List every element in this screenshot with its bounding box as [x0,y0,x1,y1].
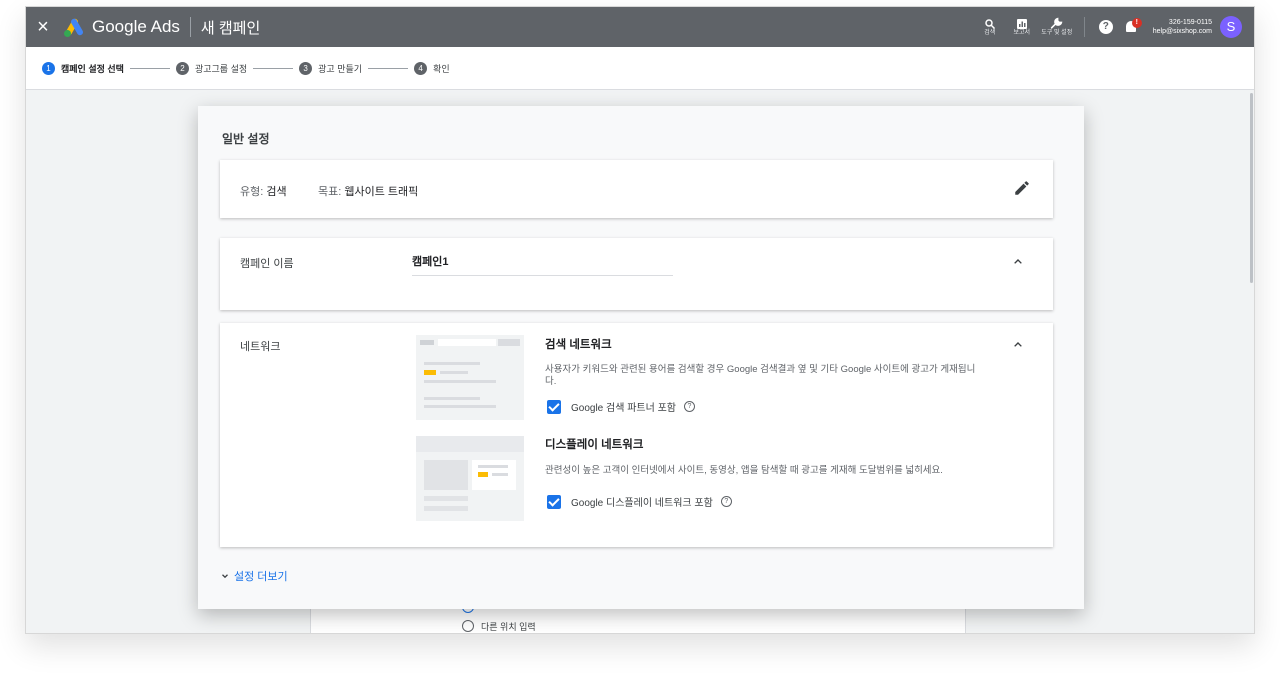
tools-settings-button[interactable]: 도구 및 설정 [1040,17,1074,37]
network-label: 네트워크 [240,341,281,353]
google-ads-logo-icon [62,17,85,37]
campaign-stepper: 1 캠페인 설정 선택 2 광고그룹 설정 3 광고 만들기 4 확인 [26,47,1254,90]
display-network-checkbox-label: Google 디스플레이 네트워크 포함 [571,498,713,509]
step-number: 2 [175,61,189,75]
step-label: 캠페인 설정 선택 [61,63,124,74]
help-icon[interactable]: ? [1098,20,1113,34]
search-tool-label: 검색 [984,29,996,36]
wrench-icon [1051,17,1063,29]
app-window: × Google Ads 새 캠페인 검색 보고서 도구 및 설정 ? ! 32… [25,6,1255,634]
reports-tool-label: 보고서 [1013,29,1031,36]
type-goal-panel: 유형: 검색 목표: 웹사이트 트래픽 [220,160,1053,218]
step-number: 4 [414,61,428,75]
search-partners-checkbox-label: Google 검색 파트너 포함 [571,403,676,414]
search-icon [985,18,995,29]
type-field: 유형: 검색 [240,183,287,199]
help-circle-icon[interactable]: ? [720,496,732,507]
search-network-title: 검색 네트워크 [545,339,612,351]
scrollbar[interactable] [1250,93,1253,283]
type-key: 유형: [240,186,264,198]
chevron-up-icon[interactable] [1010,254,1026,270]
campaign-name-panel: 캠페인 이름 캠페인1 [220,238,1053,310]
step-label: 광고 만들기 [318,63,363,74]
step-number: 3 [299,61,313,75]
toolbar-divider [1083,17,1085,37]
step-label: 광고그룹 설정 [194,63,248,74]
chevron-up-icon[interactable] [1010,337,1026,353]
search-network-illustration [416,335,524,420]
close-icon[interactable]: × [26,16,60,39]
help-circle-icon[interactable]: ? [683,401,695,412]
step-review[interactable]: 4 확인 [414,61,450,75]
step-create-ads[interactable]: 3 광고 만들기 [299,61,363,75]
notification-badge: ! [1131,18,1142,28]
chevron-down-icon [222,574,228,579]
step-connector [368,67,409,69]
more-settings-link[interactable]: 설정 더보기 [220,568,288,584]
reports-tool-button[interactable]: 보고서 [1008,18,1036,37]
account-email: help@sixshop.com [1152,28,1212,35]
page-title: 새 캠페인 [200,19,261,37]
campaign-name-label: 캠페인 이름 [240,258,294,270]
location-radio-other[interactable] [462,620,474,632]
location-radio-other-label: 다른 위치 입력 [481,622,536,632]
edit-pencil-icon[interactable] [1013,179,1031,197]
reports-icon [1016,18,1027,29]
step-label: 확인 [433,63,450,74]
section-title: 일반 설정 [222,132,270,146]
account-id: 326-159-0115 [1168,19,1212,26]
account-info[interactable]: 326-159-0115 help@sixshop.com [1153,18,1212,36]
display-network-checkbox-row[interactable]: Google 디스플레이 네트워크 포함 ? [547,494,732,509]
goal-key: 목표: [318,186,342,198]
display-network-illustration [416,436,524,521]
goal-field: 목표: 웹사이트 트래픽 [318,183,418,199]
campaign-name-input[interactable]: 캠페인1 [412,250,673,276]
display-network-title: 디스플레이 네트워크 [545,439,644,451]
search-partners-checkbox[interactable] [547,399,561,414]
title-divider [189,17,191,37]
search-partners-checkbox-row[interactable]: Google 검색 파트너 포함 ? [547,399,695,414]
step-connector [129,67,170,69]
display-network-checkbox[interactable] [547,494,561,509]
top-bar: × Google Ads 새 캠페인 검색 보고서 도구 및 설정 ? ! 32… [26,7,1254,47]
step-campaign-settings[interactable]: 1 캠페인 설정 선택 [42,61,124,75]
step-ad-group-settings[interactable]: 2 광고그룹 설정 [175,61,248,75]
general-settings-dialog: 일반 설정 유형: 검색 목표: 웹사이트 트래픽 캠페인 이름 캠페인1 네트… [198,106,1084,609]
more-settings-label: 설정 더보기 [234,571,288,583]
goal-value: 웹사이트 트래픽 [344,186,419,198]
network-panel: 네트워크 검색 네트워크 사용자가 키워드와 관련된 용어를 검색할 경우 Go… [220,323,1053,547]
tools-settings-label: 도구 및 설정 [1041,30,1073,36]
step-connector [253,67,294,69]
toolbar-right: 검색 보고서 도구 및 설정 ? ! 326-159-0115 help@six… [974,7,1254,47]
notifications-button[interactable]: ! [1123,17,1143,37]
search-tool-button[interactable]: 검색 [976,18,1004,37]
step-number: 1 [42,61,55,75]
display-network-description: 관련성이 높은 고객이 인터넷에서 사이트, 동영상, 앱을 탐색할 때 광고를… [545,465,943,476]
avatar[interactable]: S [1220,16,1242,38]
brand-name: Google Ads [92,17,180,36]
search-network-description: 사용자가 키워드와 관련된 용어를 검색할 경우 Google 검색결과 옆 및… [545,364,976,387]
type-value: 검색 [266,186,287,198]
